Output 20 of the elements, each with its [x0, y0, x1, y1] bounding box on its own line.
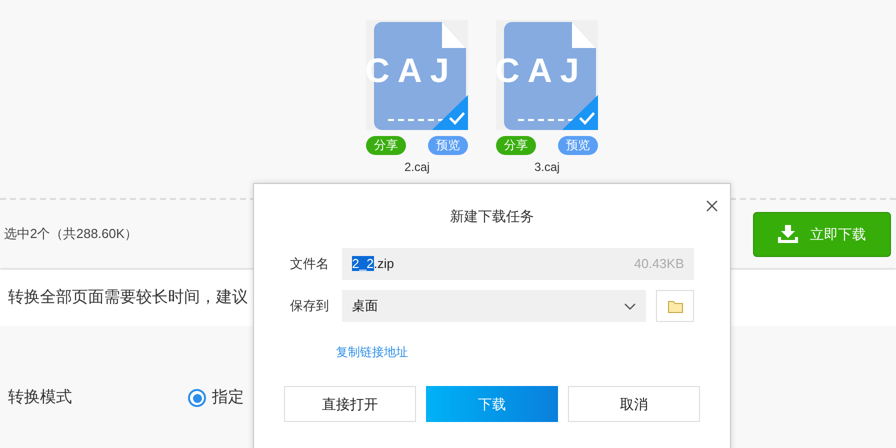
file-name-label: 文件名	[290, 255, 330, 274]
download-button[interactable]: 下载	[426, 386, 558, 422]
share-button[interactable]: 分享	[496, 136, 536, 155]
notice-text: 转换全部页面需要较长时间，建议	[8, 288, 248, 308]
save-location-dropdown[interactable]: 桌面	[342, 290, 646, 322]
selection-summary: 选中2个（共288.60K）	[4, 225, 138, 244]
download-now-button[interactable]: 立即下载	[753, 212, 891, 256]
dialog-button[interactable]: 直接打开	[284, 386, 416, 422]
copy-link[interactable]: 复制链接地址	[336, 345, 408, 359]
file-name: 3.caj	[534, 159, 560, 176]
dialog-button[interactable]: 取消	[568, 386, 700, 422]
save-to-label: 保存到	[290, 297, 330, 316]
preview-button[interactable]: 预览	[428, 136, 468, 155]
preview-button[interactable]: 预览	[558, 136, 598, 155]
dialog-title: 新建下载任务	[450, 206, 534, 226]
mode-label: 转换模式	[8, 388, 73, 408]
file-name: 2.caj	[404, 159, 430, 176]
share-button[interactable]: 分享	[366, 136, 406, 155]
file-name-field[interactable]: 2_2.zip 40.43KB	[342, 248, 694, 280]
radio-label: 指定	[212, 388, 244, 408]
